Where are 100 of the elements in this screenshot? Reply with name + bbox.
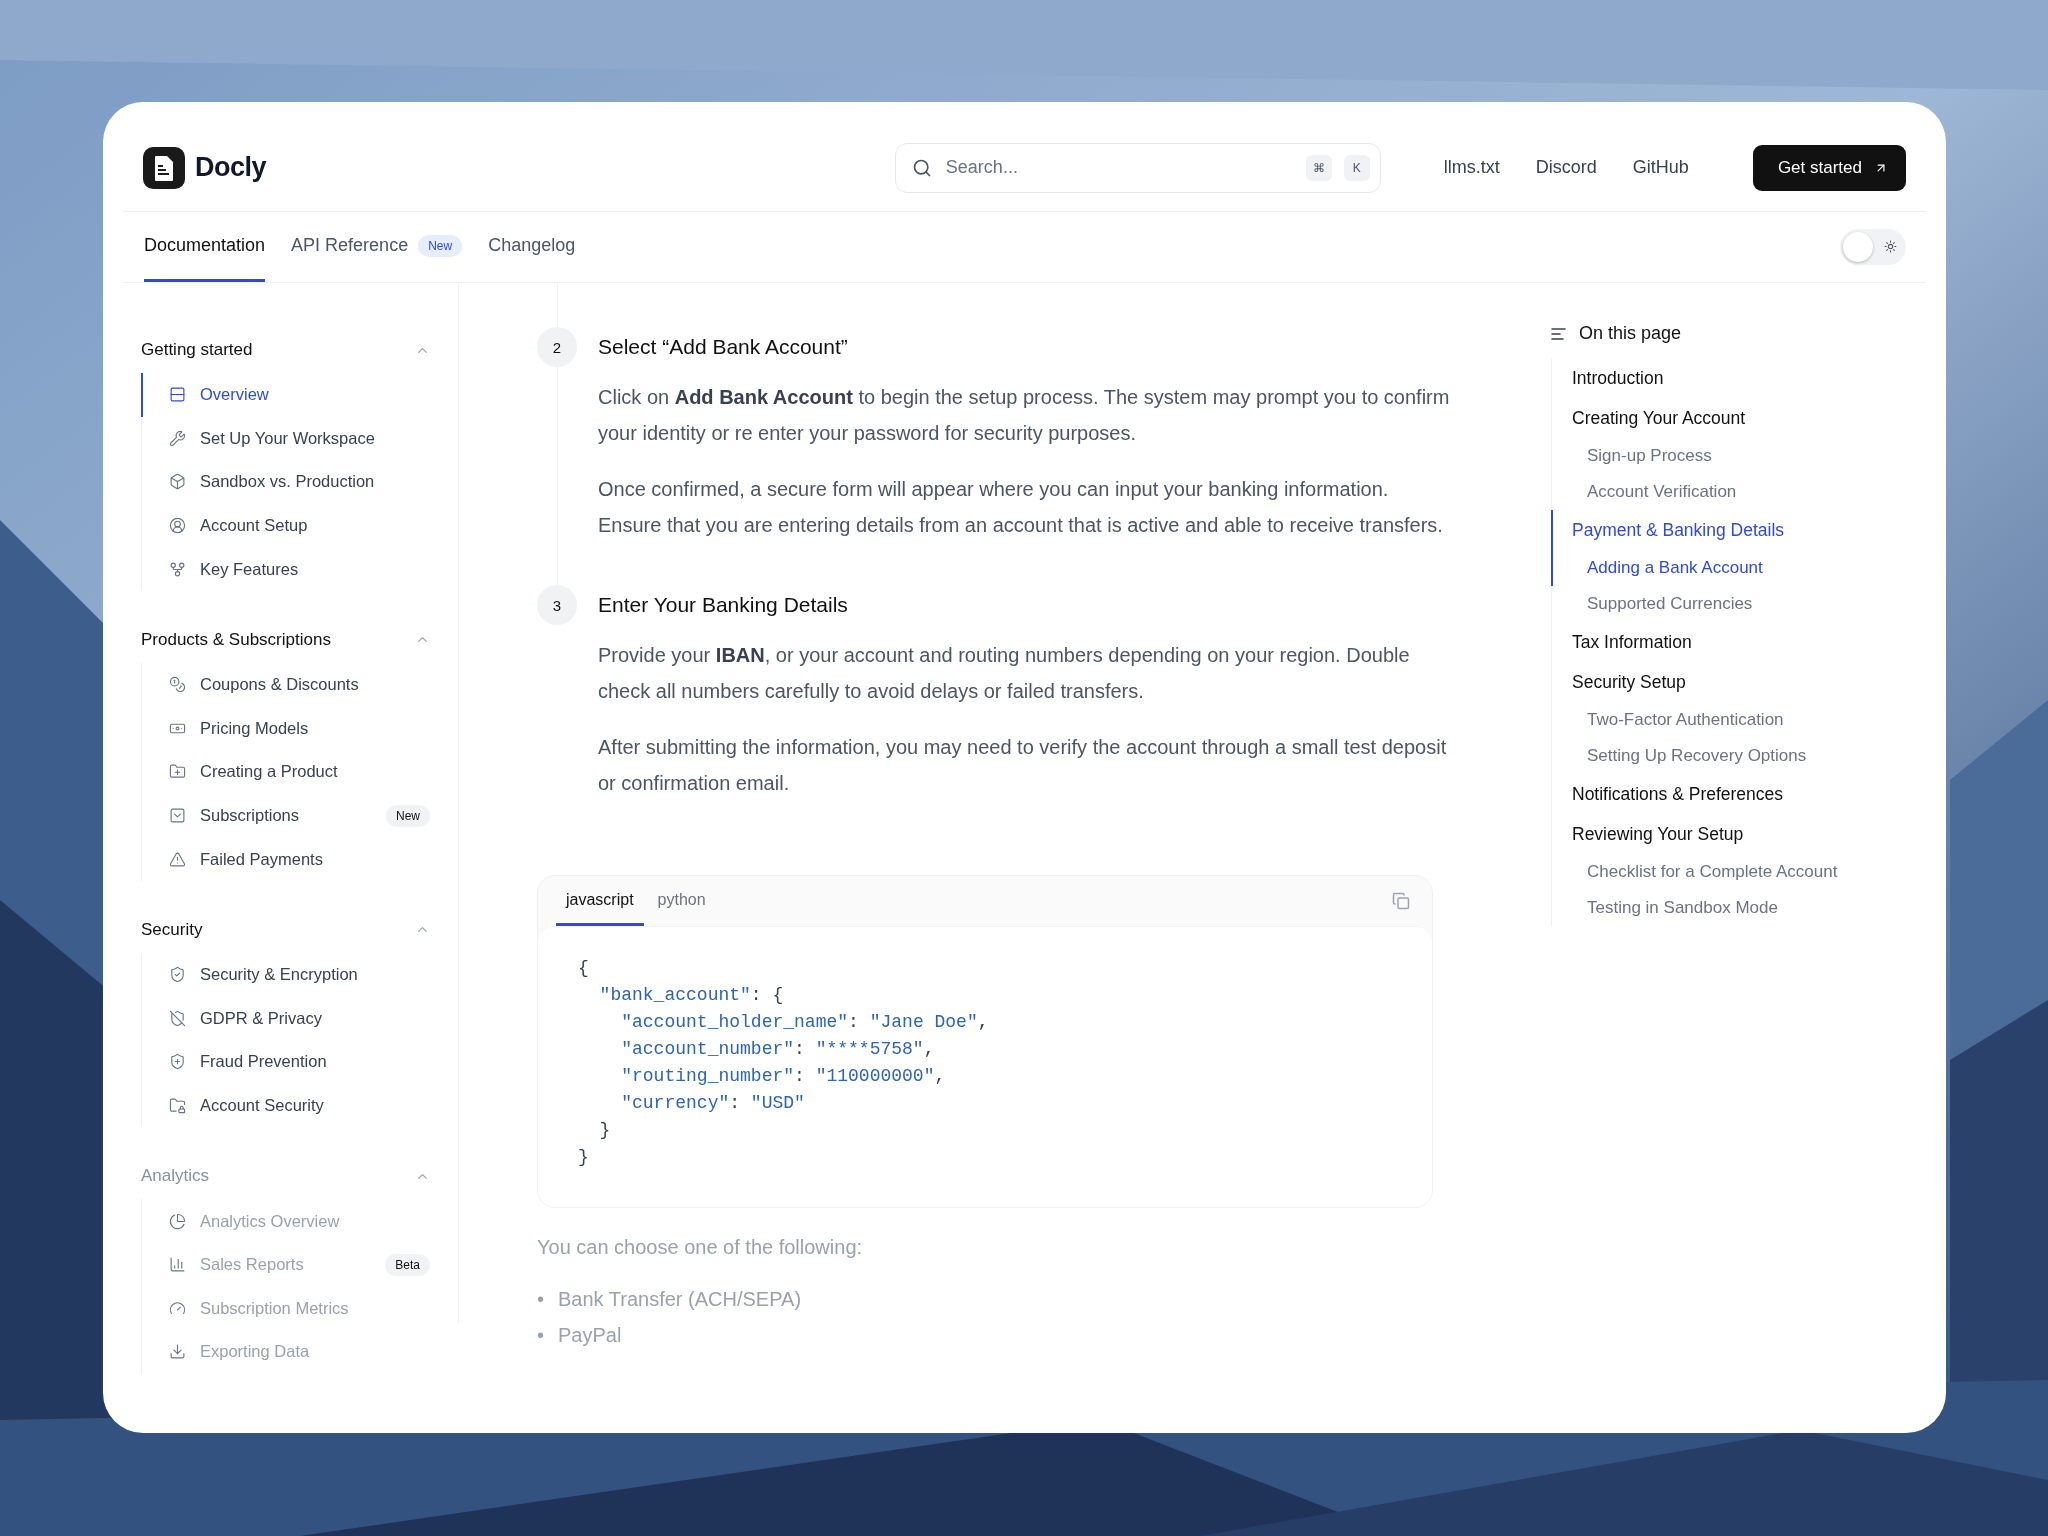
sidebar-group-title: Products & Subscriptions [141,629,331,650]
sidebar-group-title: Analytics [141,1166,210,1187]
code-line: "routing_number": "110000000", [620,1065,947,1088]
new-badge: New [418,234,463,257]
folder-plus-icon [169,763,186,781]
toc-link[interactable]: Introduction [1551,358,1926,398]
sidebar-item[interactable]: Sales Reports Beta [141,1242,458,1287]
sidebar-item-label: Set Up Your Workspace [200,428,376,448]
bullet-text: PayPal [558,1323,622,1348]
gauge-icon [169,1299,186,1317]
body-text: You can choose one of the following: [537,1236,864,1259]
fork-icon [169,560,186,578]
sidebar-item[interactable]: Creating a Product [141,750,458,794]
sidebar-item[interactable]: GDPR & Privacy [141,996,458,1041]
toc-title: On this page [1579,323,1682,344]
sidebar-item[interactable]: Account Setup [141,503,458,548]
sun-icon [1884,240,1897,253]
step-paragraph: Provide your IBAN, or your account and routing numbers depending on your region. Double check all numbers carefully to avoid delays or failed transfers. [598,643,1411,704]
toc-link[interactable]: Supported Currencies [1551,586,1926,622]
step-title: Select “Add Bank Account” [598,334,849,360]
rows-icon [169,386,186,404]
toc-link[interactable]: Creating Your Account [1551,398,1926,438]
sidebar-item-label: Sales Reports [200,1255,305,1275]
sidebar-item-label: Subscription Metrics [200,1298,350,1318]
user-circle-icon [169,517,186,535]
shortcut-key: ⌘ [1305,154,1332,181]
bullet-mark: • [537,1287,544,1312]
toc-link[interactable]: Account Verification [1551,474,1926,510]
sidebar-item-label: Coupons & Discounts [200,675,360,695]
toc-link[interactable]: Security Setup [1551,662,1926,702]
sidebar-item-label: Fraud Prevention [200,1052,328,1072]
theme-toggle[interactable] [1840,229,1906,265]
sidebar-item-label: Overview [200,385,270,405]
sidebar-item-label: Exporting Data [200,1342,311,1362]
toc-link[interactable]: Checklist for a Complete Account [1551,854,1926,890]
copy-icon[interactable] [1392,892,1410,910]
coins-icon [169,676,186,694]
sidebar-item[interactable]: Pricing Models [141,706,458,751]
sidebar-item-label: GDPR & Privacy [200,1008,323,1028]
sidebar-item[interactable]: Key Features [141,547,458,591]
bullet-text: Bank Transfer (ACH/SEPA) [558,1287,802,1312]
toc-link[interactable]: Testing in Sandbox Mode [1551,890,1926,926]
sidebar-item[interactable]: Security & Encryption [141,952,458,997]
toc-link[interactable]: Notifications & Preferences [1551,774,1926,814]
search-icon [911,157,932,178]
nav-tab[interactable]: API Reference New [291,212,463,282]
shortcut-key: K [1343,154,1370,181]
toc-link[interactable]: Adding a Bank Account [1551,550,1926,586]
sidebar-item[interactable]: Sandbox vs. Production [141,460,458,504]
item-badge: Beta [385,1253,430,1276]
list-icon [1551,326,1567,341]
sidebar-item-label: Failed Payments [200,849,324,869]
sidebar-item[interactable]: Subscriptions New [141,793,458,838]
code-line: "currency": "USD" [620,1092,806,1115]
toc-link[interactable]: Tax Information [1551,622,1926,662]
sidebar-item[interactable]: Set Up Your Workspace [141,416,458,461]
sidebar-item-label: Pricing Models [200,718,310,738]
bullet-mark: • [537,1323,544,1348]
toc-link[interactable]: Setting Up Recovery Options [1551,738,1926,774]
inbox-icon [169,807,186,825]
nav-tab[interactable]: Changelog [488,212,576,282]
sidebar-item-label: Key Features [200,559,300,579]
search-bar[interactable]: Search... ⌘ K [894,142,1381,193]
warning-icon [169,850,186,868]
item-badge: New [386,804,430,827]
code-line: "account_number": "****5758", [620,1038,936,1061]
sidebar-item[interactable]: Account Security [141,1083,458,1128]
sidebar-item-label: Creating a Product [200,762,339,782]
sidebar-item[interactable]: Failed Payments [141,837,458,881]
toc-link[interactable]: Sign-up Process [1551,438,1926,474]
nav-link[interactable]: llms.txt [1443,157,1500,178]
bar-chart-icon [169,1256,186,1274]
sidebar-item-label: Security & Encryption [200,965,359,985]
shield-off-icon [169,1009,186,1027]
nav-link[interactable]: GitHub [1632,157,1689,178]
sidebar-item[interactable]: Overview [141,373,458,417]
sidebar-item[interactable]: Coupons & Discounts [141,662,458,707]
shield-check-icon [169,966,186,984]
download-icon [169,1343,186,1361]
sidebar-group-title: Getting started [141,340,253,360]
nav-link[interactable]: Discord [1535,157,1597,178]
code-line: { [578,957,590,980]
get-started-button[interactable]: Get started [1752,144,1906,191]
pie-chart-icon [169,1212,186,1230]
toc-link[interactable]: Reviewing Your Setup [1551,814,1926,854]
code-line: } [578,1146,590,1169]
code-tab[interactable]: python [647,876,716,926]
sidebar-item-label: Account Setup [200,516,309,536]
logo-icon [143,146,185,189]
step-paragraph: After submitting the information, you may need to verify the account through a small test deposit or confirmation email. [598,735,1448,796]
toc-link[interactable]: Two-Factor Authentication [1551,702,1926,738]
box-icon [169,473,186,491]
sidebar-item[interactable]: Fraud Prevention [141,1040,458,1084]
sidebar-item-label: Account Security [200,1096,325,1115]
step-paragraph: Once confirmed, a secure form will appear where you can input your banking information. Ensure that you are entering details from an account that is active and able to receive transfers. [598,477,1444,538]
sidebar-item-label: Sandbox vs. Production [200,472,376,492]
sidebar-group-title: Security [141,919,203,940]
toc-link[interactable]: Payment & Banking Details [1551,510,1926,550]
code-line: "bank_account": { [598,984,785,1007]
nav-tab[interactable]: Documentation [144,212,266,282]
